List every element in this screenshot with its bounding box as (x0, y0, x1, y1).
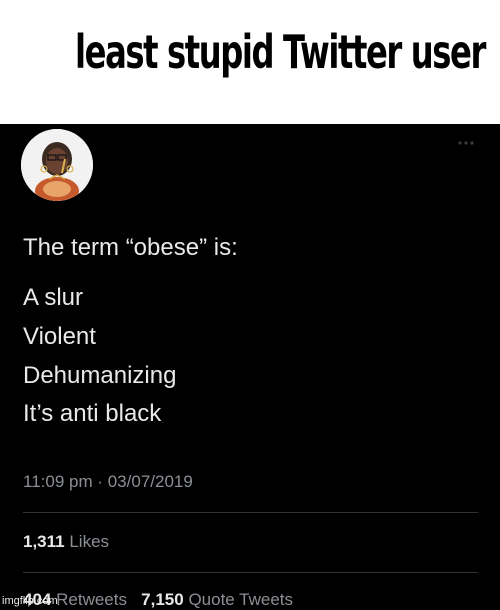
tweet-text-line: Dehumanizing (23, 362, 177, 389)
more-icon[interactable] (456, 138, 476, 148)
author-name-redacted[interactable] (106, 146, 366, 180)
quote-tweets-count: 7,150 (141, 590, 184, 609)
tweet-text-intro: The term “obese” is: (23, 234, 238, 261)
watermark: imgflip.com (2, 595, 58, 607)
meme-caption: least stupid Twitter user (0, 0, 500, 124)
tweet-text-line: It’s anti black (23, 400, 162, 427)
caption-text: least stupid Twitter user (75, 25, 486, 79)
quote-tweets-label: Quote Tweets (188, 590, 294, 609)
avatar-image (21, 129, 93, 201)
retweets-label: Retweets (56, 590, 127, 609)
divider (23, 512, 478, 513)
likes-count: 1,311 (23, 532, 65, 551)
quote-tweets-stat[interactable]: 7,150 Quote Tweets (141, 590, 293, 609)
tweet-text-line: A slur (23, 284, 84, 311)
tweet-timestamp[interactable]: 11:09 pm · 03/07/2019 (23, 472, 193, 492)
tweet-text-line: Violent (23, 323, 96, 350)
likes-label: Likes (69, 532, 110, 551)
divider (23, 572, 478, 573)
retweets-stats-row: 404 Retweets 7,150 Quote Tweets (23, 590, 293, 610)
tweet-card: The term “obese” is: A slur Violent Dehu… (0, 124, 500, 610)
avatar[interactable] (21, 129, 93, 201)
likes-stat[interactable]: 1,311 Likes (23, 532, 109, 552)
